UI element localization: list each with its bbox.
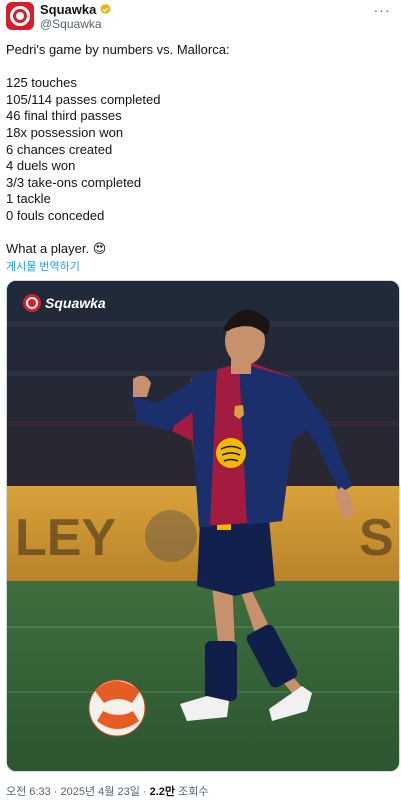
tweet-line: 1 tackle: [6, 191, 51, 207]
tweet-line: 4 duels won: [6, 158, 76, 174]
player-photo: LEY S Squawka: [7, 281, 399, 771]
squawka-watermark: Squawka: [23, 294, 106, 312]
tweet-line: 125 touches: [6, 75, 77, 91]
soccer-ball: [88, 679, 146, 737]
tweet-media-image[interactable]: LEY S Squawka: [6, 280, 400, 772]
tweet-line: 18x possession won: [6, 124, 124, 140]
display-name[interactable]: Squawka: [40, 2, 96, 17]
tweet-line: Pedri's game by numbers vs. Mallorca:: [6, 42, 230, 57]
tweet-line: 3/3 take-ons completed: [6, 174, 142, 190]
tweet-line: 46 final third passes: [6, 108, 122, 124]
tweet-header: Squawka @Squawka ···: [6, 2, 395, 32]
more-options-icon[interactable]: ···: [371, 2, 393, 18]
handle[interactable]: @Squawka: [40, 17, 112, 32]
tweet-text: Pedri's game by numbers vs. Mallorca: 12…: [6, 42, 395, 258]
squawka-logo-icon[interactable]: [6, 2, 34, 30]
separator: ·: [53, 786, 58, 798]
verified-badge-icon: [100, 3, 112, 14]
tweet-line: 0 fouls conceded: [6, 207, 105, 223]
tweet-line: [6, 59, 395, 76]
views-count[interactable]: 2.2만: [150, 786, 175, 798]
post-time[interactable]: 오전 6:33: [6, 786, 51, 798]
author-names[interactable]: Squawka @Squawka: [40, 2, 112, 32]
views-label: 조회수: [178, 786, 209, 798]
tweet-line: [6, 225, 395, 242]
ad-board-text: LEY: [15, 509, 116, 567]
tweet-line: 6 chances created: [6, 141, 113, 157]
tweet-line: What a player. 😍: [6, 241, 107, 257]
watermark-text: Squawka: [45, 295, 106, 311]
ad-board-text-right: S: [359, 509, 394, 567]
separator: ·: [142, 786, 147, 798]
tweet-meta: 오전 6:33 · 2025년 4월 23일 · 2.2만 조회수: [6, 783, 208, 799]
tweet-line: 105/114 passes completed: [6, 91, 161, 107]
post-date[interactable]: 2025년 4월 23일: [61, 786, 140, 798]
translate-post-link[interactable]: 게시물 번역하기: [6, 258, 80, 274]
